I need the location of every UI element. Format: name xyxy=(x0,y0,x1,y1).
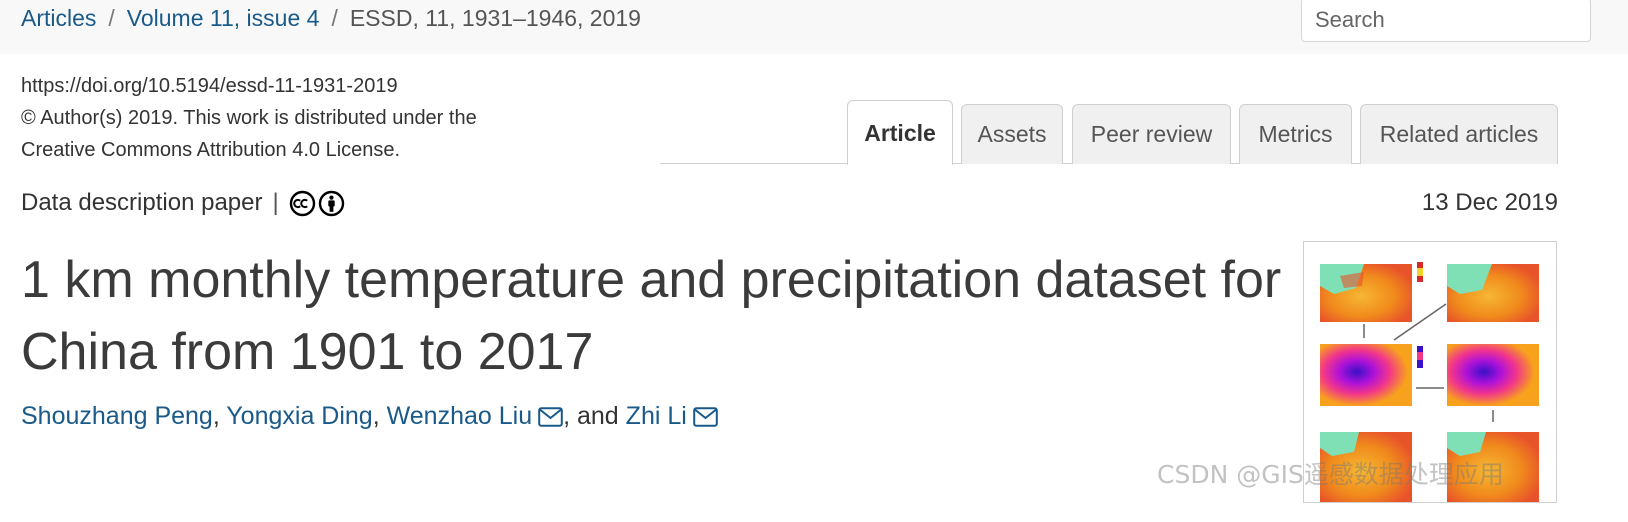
breadcrumb-articles-link[interactable]: Articles xyxy=(21,5,96,31)
author-link[interactable]: Wenzhao Liu xyxy=(387,402,532,430)
author-separator: , xyxy=(372,402,387,430)
article-title: 1 km monthly temperature and precipitati… xyxy=(21,251,1282,381)
breadcrumb: Articles / Volume 11, issue 4 / ESSD, 11, 19… xyxy=(21,3,641,33)
mail-icon[interactable] xyxy=(693,407,718,427)
breadcrumb-current: ESSD, 11, 1931–1946, 2019 xyxy=(349,5,641,31)
top-bar: Articles / Volume 11, issue 4 / ESSD, 11, 19… xyxy=(0,0,1628,54)
author-link[interactable]: Yongxia Ding xyxy=(226,402,372,430)
tab-metrics[interactable]: Metrics xyxy=(1239,104,1352,164)
paper-type: Data description paper xyxy=(21,189,263,216)
doi-link[interactable]: https://doi.org/10.5194/essd-11-1931-201… xyxy=(21,70,398,102)
breadcrumb-volume-link[interactable]: Volume 11, issue 4 xyxy=(127,5,320,31)
tab-peer-review[interactable]: Peer review xyxy=(1072,104,1231,164)
tab-article[interactable]: Article xyxy=(847,100,953,165)
attribution-icon xyxy=(318,190,344,216)
author-link[interactable]: Zhi Li xyxy=(626,402,687,430)
type-separator: | xyxy=(272,189,279,216)
author-list: Shouzhang Peng, Yongxia Ding, Wenzhao Li… xyxy=(21,398,718,434)
breadcrumb-separator: / xyxy=(108,5,115,31)
tab-assets[interactable]: Assets xyxy=(961,104,1063,164)
author-link[interactable]: Shouzhang Peng xyxy=(21,402,213,430)
publication-date: 13 Dec 2019 xyxy=(1421,189,1558,216)
paper-type-row: Data description paper | xyxy=(21,186,345,220)
license-text: © Author(s) 2019. This work is distribut… xyxy=(21,107,477,161)
mail-icon[interactable] xyxy=(538,407,563,427)
search-input[interactable] xyxy=(1301,0,1591,42)
watermark-text: CSDN @GIS遥感数据处理应用 xyxy=(1157,460,1504,489)
author-separator: , xyxy=(212,402,227,430)
license-icons[interactable] xyxy=(289,190,345,217)
creative-commons-icon xyxy=(289,190,315,216)
author-separator: , and xyxy=(563,402,626,430)
breadcrumb-separator: / xyxy=(331,5,338,31)
tab-related-articles[interactable]: Related articles xyxy=(1360,104,1558,164)
